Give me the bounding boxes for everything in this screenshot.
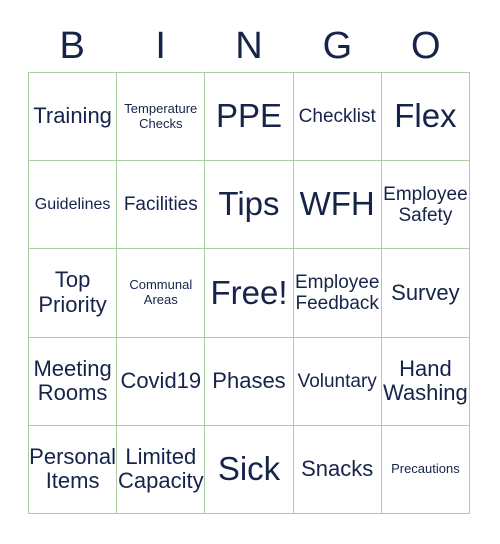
bingo-cell[interactable]: Snacks <box>293 425 382 514</box>
bingo-cell[interactable]: Checklist <box>293 73 382 162</box>
bingo-cell[interactable]: Limited Capacity <box>117 425 206 514</box>
bingo-cell[interactable]: Top Priority <box>29 249 118 338</box>
header-letter-o: O <box>411 25 441 67</box>
bingo-cell[interactable]: Facilities <box>117 161 206 250</box>
bingo-cell-label: Snacks <box>301 456 374 482</box>
bingo-cell[interactable]: Meeting Rooms <box>29 337 118 426</box>
bingo-cell-label: Flex <box>394 97 457 135</box>
bingo-cell[interactable]: Employee Feedback <box>293 249 382 338</box>
bingo-cell-label: WFH <box>299 185 375 223</box>
bingo-header: B I N G O <box>28 20 470 72</box>
header-letter-b: B <box>59 25 85 67</box>
bingo-cell-label: Voluntary <box>297 370 377 392</box>
bingo-cell[interactable]: Voluntary <box>293 337 382 426</box>
bingo-card: B I N G O Training Temperature Checks PPE C… <box>0 0 500 544</box>
bingo-cell[interactable]: Precautions <box>381 425 470 514</box>
bingo-cell-label: Phases <box>212 367 286 393</box>
bingo-cell-label: Covid19 <box>120 367 202 393</box>
bingo-cell-label: Training <box>33 103 112 129</box>
bingo-cell[interactable]: Tips <box>205 161 294 250</box>
bingo-cell-label: Top Priority <box>38 267 107 317</box>
bingo-cell[interactable]: Training <box>29 73 118 162</box>
bingo-cell[interactable]: Covid19 <box>117 337 206 426</box>
bingo-cell-label: Tips <box>218 185 280 223</box>
bingo-cell-label: Meeting Rooms <box>33 355 112 406</box>
bingo-cell[interactable]: Communal Areas <box>117 249 206 338</box>
bingo-cell-label: Checklist <box>298 105 376 127</box>
bingo-cell[interactable]: WFH <box>293 161 382 250</box>
bingo-cell[interactable]: Temperature Checks <box>117 73 206 162</box>
bingo-cell-label: Survey <box>391 279 460 305</box>
header-letter-g: G <box>322 25 353 67</box>
bingo-cell[interactable]: Hand Washing <box>381 337 470 426</box>
bingo-cell[interactable]: Employee Safety <box>381 161 470 250</box>
bingo-cell[interactable]: Guidelines <box>29 161 118 250</box>
bingo-cell-label: PPE <box>215 97 283 135</box>
header-letter-i: I <box>155 25 166 67</box>
header-letter-n: N <box>235 25 263 67</box>
bingo-cell-label: Hand Washing <box>383 355 468 406</box>
bingo-cell-label: Employee Feedback <box>294 271 380 314</box>
bingo-cell-label: Sick <box>217 449 281 487</box>
bingo-cell[interactable]: Free! <box>205 249 294 338</box>
bingo-cell-label: Precautions <box>391 461 460 477</box>
bingo-cell-label: Employee Safety <box>383 183 468 226</box>
bingo-cell[interactable]: Sick <box>205 425 294 514</box>
bingo-cell-label: Communal Areas <box>129 277 193 307</box>
bingo-cell[interactable]: Personal Items <box>29 425 118 514</box>
bingo-cell-label: Free! <box>210 273 288 311</box>
bingo-cell-label: Personal Items <box>29 443 117 494</box>
bingo-cell-label: Temperature Checks <box>124 101 198 131</box>
bingo-cell-label: Facilities <box>123 194 198 216</box>
bingo-cell[interactable]: Phases <box>205 337 294 426</box>
bingo-cell-label: Limited Capacity <box>118 443 204 494</box>
bingo-grid: Training Temperature Checks PPE Checklist Fl… <box>28 72 470 514</box>
bingo-cell[interactable]: Survey <box>381 249 470 338</box>
bingo-cell[interactable]: Flex <box>381 73 470 162</box>
bingo-cell-label: Guidelines <box>34 195 111 213</box>
bingo-cell[interactable]: PPE <box>205 73 294 162</box>
